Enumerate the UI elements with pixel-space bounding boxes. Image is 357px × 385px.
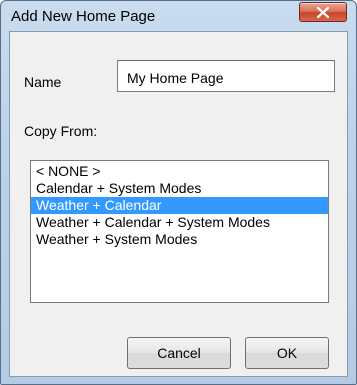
close-icon — [317, 7, 329, 18]
title-bar[interactable]: Add New Home Page — [1, 1, 356, 31]
list-item[interactable]: Weather + Calendar + System Modes — [31, 214, 328, 231]
cancel-button[interactable]: Cancel — [127, 337, 231, 369]
ok-button[interactable]: OK — [245, 337, 329, 369]
close-button[interactable] — [299, 2, 347, 22]
copy-from-label: Copy From: — [24, 123, 98, 139]
list-item-selected[interactable]: Weather + Calendar — [31, 197, 328, 214]
list-item[interactable]: Weather + System Modes — [31, 231, 328, 248]
name-label: Name — [24, 74, 62, 90]
dialog-window: Add New Home Page Name Copy From: < NONE… — [0, 0, 357, 385]
list-item[interactable]: Calendar + System Modes — [31, 180, 328, 197]
dialog-title: Add New Home Page — [11, 8, 156, 25]
list-item[interactable]: < NONE > — [31, 163, 328, 180]
dialog-body: Name Copy From: < NONE > Calendar + Syst… — [9, 31, 348, 377]
name-input[interactable] — [117, 60, 335, 92]
copy-from-listbox[interactable]: < NONE > Calendar + System Modes Weather… — [30, 160, 329, 303]
